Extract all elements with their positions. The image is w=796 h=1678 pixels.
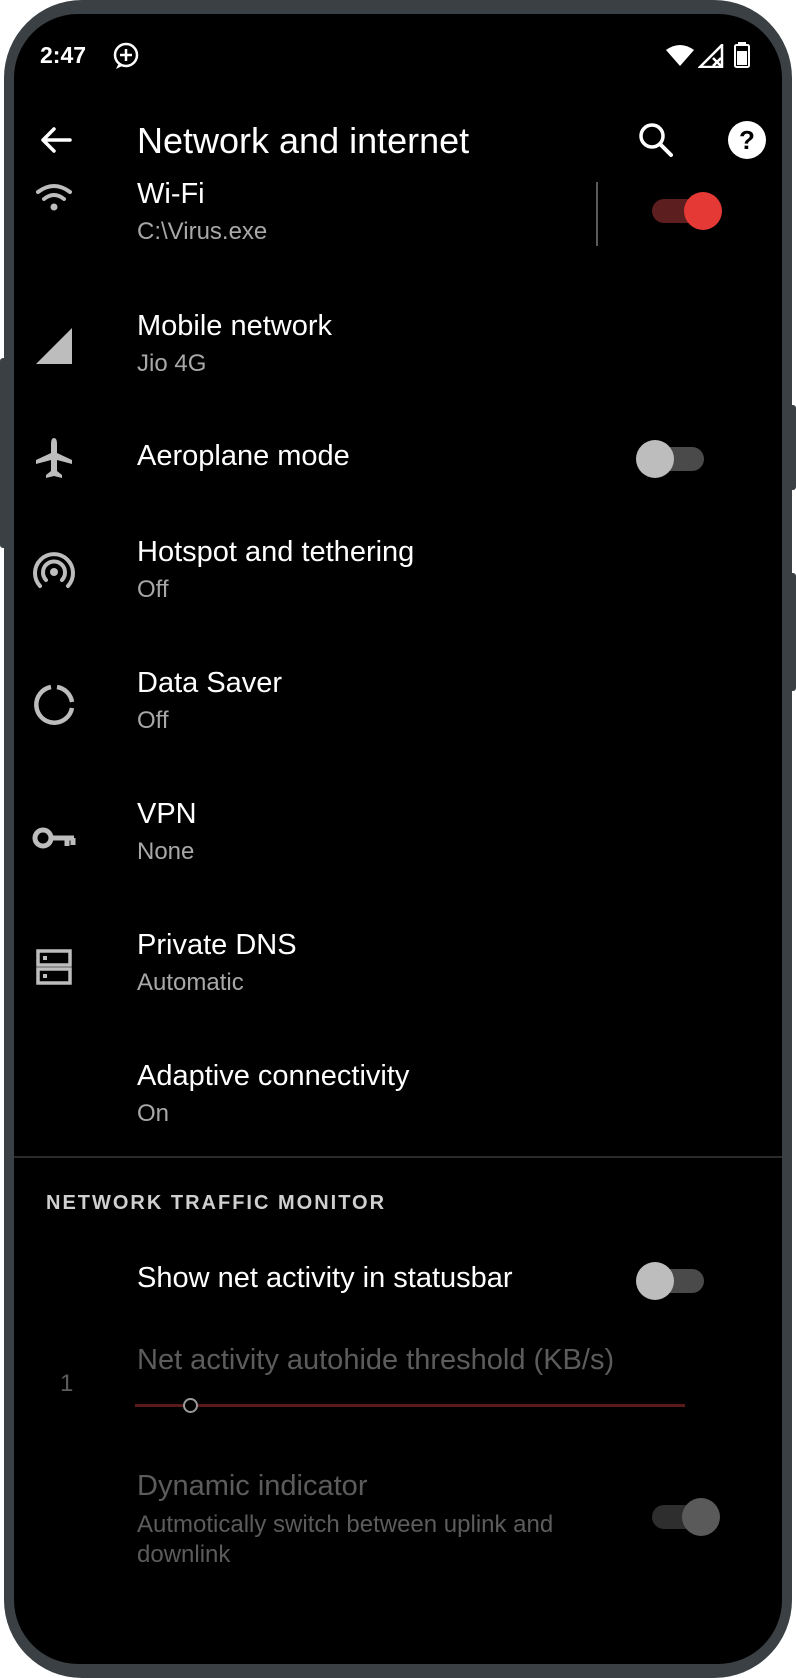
status-time: 2:47: [40, 42, 87, 68]
setting-private-dns[interactable]: Private DNS Automatic: [14, 917, 782, 1027]
hotspot-subtitle: Off: [137, 576, 169, 603]
search-icon[interactable]: [636, 120, 676, 160]
svg-text:?: ?: [739, 125, 755, 155]
setting-vpn[interactable]: VPN None: [14, 786, 782, 896]
wifi-icon: [36, 184, 72, 211]
signal-off-icon: [698, 44, 724, 68]
vpn-subtitle: None: [137, 838, 195, 865]
dynamic-subtitle: Autmotically switch between uplink and d…: [137, 1511, 554, 1568]
threshold-slider-track: [135, 1404, 685, 1407]
page-title: Network and internet: [137, 120, 470, 161]
dns-title: Private DNS: [137, 929, 297, 961]
aeroplane-title: Aeroplane mode: [137, 440, 350, 472]
data-saver-icon: [34, 684, 75, 725]
side-button-right-bottom: [788, 573, 796, 691]
setting-autohide-threshold: Net activity autohide threshold (KB/s) 1: [14, 1344, 782, 1444]
side-button-right-top: [788, 405, 796, 490]
mobile-subtitle: Jio 4G: [137, 350, 207, 377]
toggle-thumb: [636, 440, 674, 478]
toggle-thumb: [684, 192, 722, 230]
notification-plus-icon: [113, 42, 139, 69]
threshold-value: 1: [60, 1370, 74, 1397]
setting-data-saver[interactable]: Data Saver Off: [14, 655, 782, 765]
adaptive-title: Adaptive connectivity: [137, 1060, 410, 1092]
setting-show-net-activity[interactable]: Show net activity in statusbar: [14, 1244, 782, 1334]
vpn-key-icon: [32, 827, 76, 849]
setting-aeroplane-mode[interactable]: Aeroplane mode: [14, 412, 782, 512]
dynamic-toggle: [650, 1498, 720, 1536]
hotspot-title: Hotspot and tethering: [137, 536, 415, 568]
wifi-title: Wi-Fi: [137, 178, 205, 210]
arrow-left-icon[interactable]: [36, 120, 76, 160]
vpn-title: VPN: [137, 798, 197, 830]
mobile-title: Mobile network: [137, 310, 333, 342]
show-activity-toggle[interactable]: [636, 1262, 704, 1300]
hotspot-icon: [33, 552, 75, 588]
wifi-icon: [666, 45, 694, 66]
side-button-left: [0, 358, 8, 548]
airplane-icon: [36, 438, 72, 478]
setting-dynamic-indicator: Dynamic indicator Autmotically switch be…: [14, 1470, 782, 1590]
screen: 2:47 Network and internet ? Wi-Fi C:\Vir…: [14, 14, 782, 1664]
wifi-divider: [596, 182, 598, 246]
help-circle-icon[interactable]: ?: [727, 120, 767, 160]
toggle-thumb: [682, 1498, 720, 1536]
show-activity-title: Show net activity in statusbar: [137, 1262, 513, 1294]
dns-icon: [36, 949, 72, 985]
signal-icon: [36, 328, 72, 364]
wifi-subtitle: C:\Virus.exe: [137, 218, 268, 245]
dynamic-title: Dynamic indicator: [137, 1470, 368, 1502]
setting-hotspot[interactable]: Hotspot and tethering Off: [14, 524, 782, 634]
toggle-thumb: [636, 1262, 674, 1300]
datasaver-title: Data Saver: [137, 667, 283, 699]
adaptive-subtitle: On: [137, 1100, 170, 1127]
status-bar: 2:47: [14, 14, 782, 74]
setting-wifi[interactable]: Wi-Fi C:\Virus.exe: [14, 164, 782, 274]
aeroplane-toggle[interactable]: [636, 440, 704, 478]
threshold-title: Net activity autohide threshold (KB/s): [137, 1344, 615, 1376]
datasaver-subtitle: Off: [137, 707, 169, 734]
setting-adaptive-connectivity[interactable]: Adaptive connectivity On: [14, 1048, 782, 1158]
battery-icon: [734, 42, 750, 68]
dns-subtitle: Automatic: [137, 969, 244, 996]
section-header: NETWORK TRAFFIC MONITOR: [46, 1192, 387, 1214]
section-divider: [14, 1156, 782, 1158]
threshold-slider-thumb: [183, 1398, 198, 1413]
setting-mobile-network[interactable]: Mobile network Jio 4G: [14, 296, 782, 406]
wifi-toggle[interactable]: [650, 192, 722, 230]
